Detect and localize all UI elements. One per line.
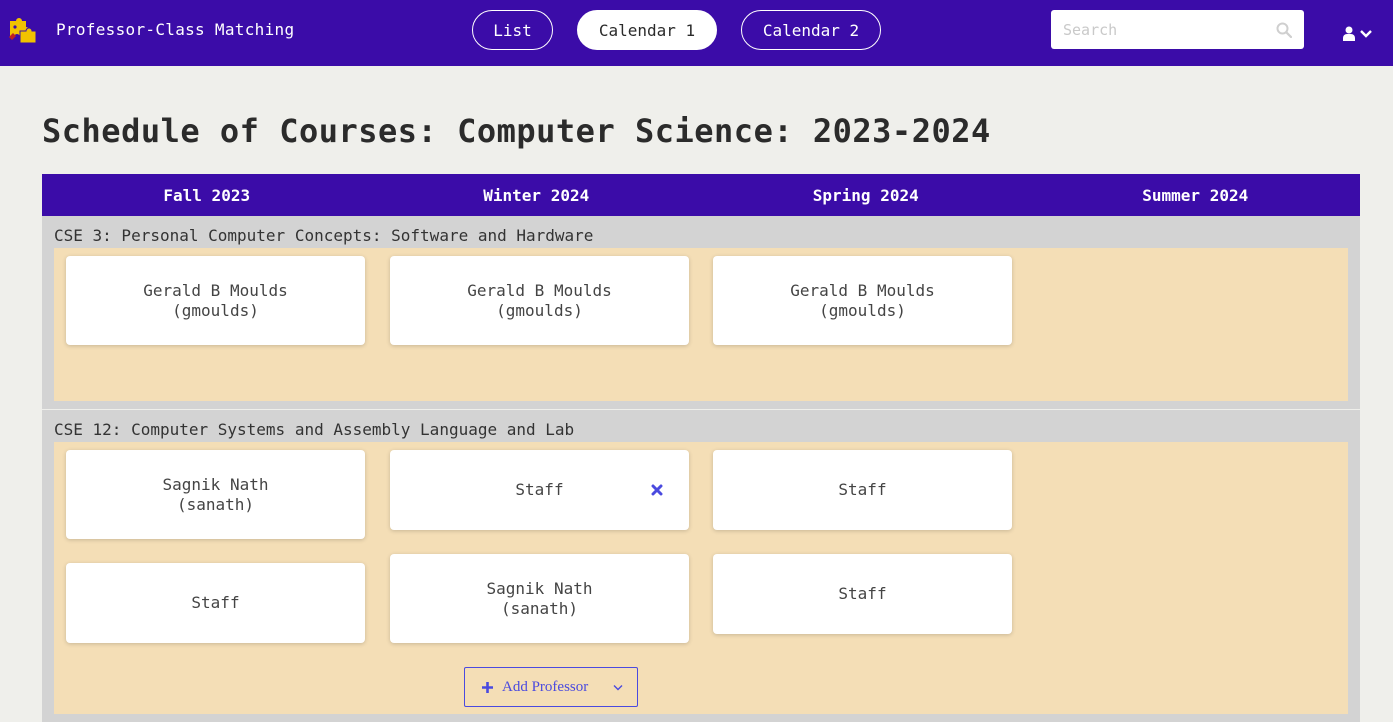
professor-name: Sagnik Nath xyxy=(486,578,593,598)
professor-name: Gerald B Moulds xyxy=(143,280,288,300)
add-professor-button[interactable]: Add Professor xyxy=(464,667,638,707)
search-icon[interactable] xyxy=(1276,22,1292,38)
chevron-down-icon xyxy=(613,685,623,691)
page-title: Schedule of Courses: Computer Science: 2… xyxy=(42,112,991,150)
plus-icon xyxy=(482,682,493,693)
chevron-down-icon xyxy=(1360,30,1372,38)
professor-name: Staff xyxy=(838,480,887,499)
professor-card[interactable]: Staff xyxy=(66,563,365,643)
professor-username: (gmoulds) xyxy=(172,300,259,320)
professor-name: Gerald B Moulds xyxy=(790,280,935,300)
professor-username: (sanath) xyxy=(176,494,255,514)
nav-list-button[interactable]: List xyxy=(472,10,553,50)
professor-name: Sagnik Nath xyxy=(162,474,269,494)
search-input[interactable] xyxy=(1051,10,1266,49)
nav-calendar-1-button[interactable]: Calendar 1 xyxy=(577,10,717,50)
term-header-winter: Winter 2024 xyxy=(483,185,590,205)
search-box xyxy=(1051,10,1304,49)
user-icon xyxy=(1343,26,1355,41)
term-header-spring: Spring 2024 xyxy=(812,185,919,205)
nav-calendar-2-button[interactable]: Calendar 2 xyxy=(741,10,881,50)
add-professor-label: Add Professor xyxy=(502,679,589,695)
top-navbar: Professor-Class Matching List Calendar 1… xyxy=(0,0,1393,66)
course-block: CSE 12: Computer Systems and Assembly La… xyxy=(42,410,1360,722)
professor-card[interactable]: Sagnik Nath (sanath) xyxy=(66,450,365,539)
professor-name: Staff xyxy=(191,593,240,612)
professor-card[interactable]: Staff xyxy=(713,554,1012,634)
term-header-row: Fall 2023 Winter 2024 Spring 2024 Summer… xyxy=(42,174,1360,216)
course-assignment-area: Gerald B Moulds (gmoulds) Gerald B Mould… xyxy=(54,248,1348,401)
professor-card[interactable]: Gerald B Moulds (gmoulds) xyxy=(66,256,365,345)
professor-name: Staff xyxy=(838,584,887,603)
course-title: CSE 3: Personal Computer Concepts: Softw… xyxy=(54,226,594,245)
professor-name: Gerald B Moulds xyxy=(467,280,612,300)
course-assignment-area: Sagnik Nath (sanath) Staff Staff Staff S… xyxy=(54,442,1348,714)
term-header-fall: Fall 2023 xyxy=(163,185,251,205)
professor-username: (gmoulds) xyxy=(819,300,906,320)
professor-card[interactable]: Gerald B Moulds (gmoulds) xyxy=(390,256,689,345)
professor-card[interactable]: Gerald B Moulds (gmoulds) xyxy=(713,256,1012,345)
professor-username: (gmoulds) xyxy=(496,300,583,320)
professor-card-selected[interactable]: Staff xyxy=(390,450,689,530)
course-block: CSE 3: Personal Computer Concepts: Softw… xyxy=(42,216,1360,409)
user-menu[interactable] xyxy=(1340,24,1382,44)
professor-card[interactable]: Staff xyxy=(713,450,1012,530)
term-header-summer: Summer 2024 xyxy=(1142,185,1249,205)
course-title: CSE 12: Computer Systems and Assembly La… xyxy=(54,420,575,439)
app-title[interactable]: Professor-Class Matching xyxy=(56,20,294,39)
professor-card[interactable]: Sagnik Nath (sanath) xyxy=(390,554,689,643)
professor-name: Staff xyxy=(515,480,564,499)
close-icon[interactable] xyxy=(651,484,663,496)
professor-username: (sanath) xyxy=(500,598,579,618)
puzzle-logo-icon[interactable] xyxy=(6,15,38,47)
